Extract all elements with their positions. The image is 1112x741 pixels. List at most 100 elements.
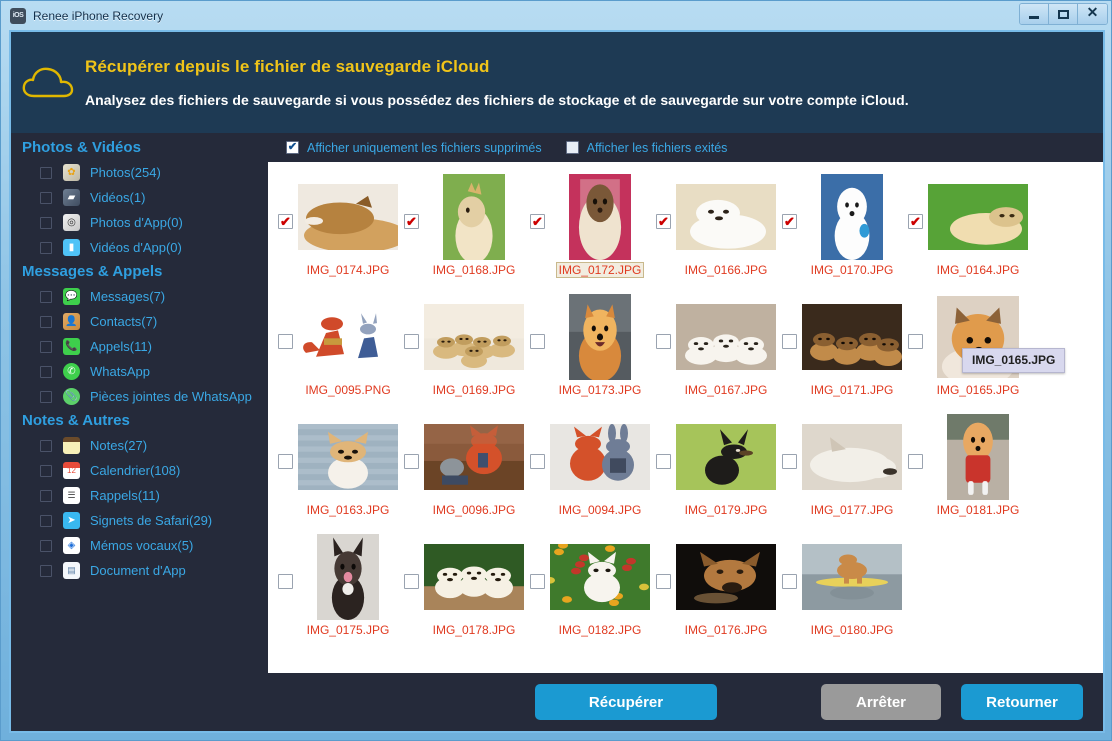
thumbnail-filename[interactable]: IMG_0096.JPG [431, 503, 518, 517]
thumbnail-filename[interactable]: IMG_0182.JPG [557, 623, 644, 637]
thumbnail-checkbox[interactable] [782, 574, 797, 589]
sidebar-item-checkbox[interactable] [40, 539, 52, 552]
thumbnail-preview[interactable]: IMG_0170.JPG [800, 174, 904, 277]
thumbnail-checkbox[interactable] [656, 334, 671, 349]
thumbnail-gallery[interactable]: ✔ IMG_0174.JPG ✔ IMG_0168.JPG ✔ IMG_0172.JPG ✔… [268, 162, 1103, 673]
thumbnail-preview[interactable]: IMG_0179.JPG [674, 414, 778, 517]
stop-button[interactable]: Arrêter [821, 684, 941, 720]
thumbnail-preview[interactable]: IMG_0163.JPG [296, 414, 400, 517]
thumbnail-image[interactable] [928, 174, 1028, 260]
thumbnail-filename[interactable]: IMG_0180.JPG [809, 623, 896, 637]
thumbnail-filename[interactable]: IMG_0163.JPG [305, 503, 392, 517]
thumbnail-preview[interactable]: IMG_0177.JPG [800, 414, 904, 517]
thumbnail-preview[interactable]: IMG_0169.JPG [422, 294, 526, 397]
thumbnail-image[interactable] [676, 414, 776, 500]
thumbnail-filename[interactable]: IMG_0169.JPG [431, 383, 518, 397]
thumbnail-checkbox[interactable] [404, 574, 419, 589]
minimize-button[interactable] [1020, 4, 1049, 24]
thumbnail-filename[interactable]: IMG_0173.JPG [557, 383, 644, 397]
thumbnail-item[interactable]: ✔ IMG_0168.JPG [404, 174, 530, 277]
sidebar-item-checkbox[interactable] [40, 290, 52, 303]
thumbnail-checkbox[interactable]: ✔ [530, 214, 545, 229]
sidebar-item-reminders[interactable]: ☰ Rappels(11) [11, 483, 268, 508]
thumbnail-image[interactable] [298, 534, 398, 620]
thumbnail-image[interactable] [802, 174, 902, 260]
sidebar-item-checkbox[interactable] [40, 191, 52, 204]
thumbnail-checkbox[interactable] [782, 454, 797, 469]
thumbnail-checkbox[interactable]: ✔ [908, 214, 923, 229]
thumbnail-image[interactable] [928, 414, 1028, 500]
thumbnail-item[interactable]: IMG_0179.JPG [656, 414, 782, 517]
thumbnail-item[interactable]: IMG_0095.PNG [278, 294, 404, 397]
sidebar-item-checkbox[interactable] [40, 216, 52, 229]
thumbnail-checkbox[interactable] [530, 454, 545, 469]
thumbnail-checkbox[interactable] [782, 334, 797, 349]
thumbnail-checkbox[interactable] [278, 574, 293, 589]
filter-option[interactable]: ✔ Afficher uniquement les fichiers suppri… [286, 141, 542, 155]
thumbnail-checkbox[interactable] [404, 334, 419, 349]
sidebar-item-document[interactable]: ▤ Document d'App [11, 558, 268, 583]
thumbnail-image[interactable] [550, 294, 650, 380]
thumbnail-item[interactable]: ✔ IMG_0174.JPG [278, 174, 404, 277]
sidebar-item-photos[interactable]: ✿ Photos(254) [11, 160, 268, 185]
thumbnail-item[interactable]: IMG_0177.JPG [782, 414, 908, 517]
thumbnail-image[interactable] [298, 294, 398, 380]
thumbnail-item[interactable]: ✔ IMG_0166.JPG [656, 174, 782, 277]
thumbnail-checkbox[interactable]: ✔ [782, 214, 797, 229]
thumbnail-filename[interactable]: IMG_0164.JPG [935, 263, 1022, 277]
filter-checkbox[interactable]: ✔ [286, 141, 299, 154]
sidebar-item-phone[interactable]: 📞 Appels(11) [11, 334, 268, 359]
thumbnail-image[interactable] [424, 174, 524, 260]
thumbnail-checkbox[interactable] [908, 454, 923, 469]
thumbnail-preview[interactable]: IMG_0095.PNG [296, 294, 400, 397]
thumbnail-filename[interactable]: IMG_0177.JPG [809, 503, 896, 517]
sidebar-item-attachment[interactable]: 📎 Pièces jointes de WhatsApp [11, 384, 268, 409]
thumbnail-filename[interactable]: IMG_0175.JPG [305, 623, 392, 637]
thumbnail-item[interactable]: IMG_0178.JPG [404, 534, 530, 637]
thumbnail-preview[interactable]: IMG_0166.JPG [674, 174, 778, 277]
thumbnail-filename[interactable]: IMG_0171.JPG [809, 383, 896, 397]
sidebar-item-checkbox[interactable] [40, 464, 52, 477]
recover-button[interactable]: Récupérer [535, 684, 717, 720]
thumbnail-image[interactable] [802, 534, 902, 620]
maximize-button[interactable] [1049, 4, 1078, 24]
thumbnail-item[interactable]: ✔ IMG_0170.JPG [782, 174, 908, 277]
thumbnail-checkbox[interactable] [404, 454, 419, 469]
sidebar-item-checkbox[interactable] [40, 315, 52, 328]
sidebar-item-checkbox[interactable] [40, 439, 52, 452]
sidebar-item-checkbox[interactable] [40, 166, 52, 179]
thumbnail-filename[interactable]: IMG_0168.JPG [431, 263, 518, 277]
thumbnail-filename[interactable]: IMG_0167.JPG [683, 383, 770, 397]
thumbnail-checkbox[interactable]: ✔ [404, 214, 419, 229]
thumbnail-preview[interactable]: IMG_0171.JPG [800, 294, 904, 397]
filter-option[interactable]: Afficher les fichiers exités [565, 141, 727, 155]
thumbnail-checkbox[interactable] [530, 334, 545, 349]
sidebar-item-checkbox[interactable] [40, 489, 52, 502]
thumbnail-checkbox[interactable] [656, 454, 671, 469]
thumbnail-item[interactable]: IMG_0094.JPG [530, 414, 656, 517]
sidebar-item-app-photo[interactable]: ◎ Photos d'App(0) [11, 210, 268, 235]
thumbnail-image[interactable] [676, 534, 776, 620]
thumbnail-preview[interactable]: IMG_0173.JPG [548, 294, 652, 397]
thumbnail-image[interactable] [802, 414, 902, 500]
thumbnail-image[interactable] [550, 534, 650, 620]
thumbnail-item[interactable]: IMG_0173.JPG [530, 294, 656, 397]
thumbnail-image[interactable] [676, 294, 776, 380]
thumbnail-item[interactable]: IMG_0171.JPG [782, 294, 908, 397]
sidebar-item-whatsapp[interactable]: ✆ WhatsApp [11, 359, 268, 384]
thumbnail-image[interactable] [424, 534, 524, 620]
thumbnail-checkbox[interactable]: ✔ [278, 214, 293, 229]
thumbnail-preview[interactable]: IMG_0167.JPG [674, 294, 778, 397]
sidebar-item-messages[interactable]: 💬 Messages(7) [11, 284, 268, 309]
sidebar-item-safari[interactable]: ➤ Signets de Safari(29) [11, 508, 268, 533]
thumbnail-image[interactable] [550, 174, 650, 260]
thumbnail-image[interactable] [424, 414, 524, 500]
thumbnail-preview[interactable]: IMG_0180.JPG [800, 534, 904, 637]
thumbnail-preview[interactable]: IMG_0094.JPG [548, 414, 652, 517]
thumbnail-checkbox[interactable] [530, 574, 545, 589]
thumbnail-filename[interactable]: IMG_0181.JPG [935, 503, 1022, 517]
thumbnail-filename[interactable]: IMG_0165.JPG [935, 383, 1022, 397]
thumbnail-filename[interactable]: IMG_0176.JPG [683, 623, 770, 637]
thumbnail-filename[interactable]: IMG_0179.JPG [683, 503, 770, 517]
thumbnail-checkbox[interactable] [278, 334, 293, 349]
